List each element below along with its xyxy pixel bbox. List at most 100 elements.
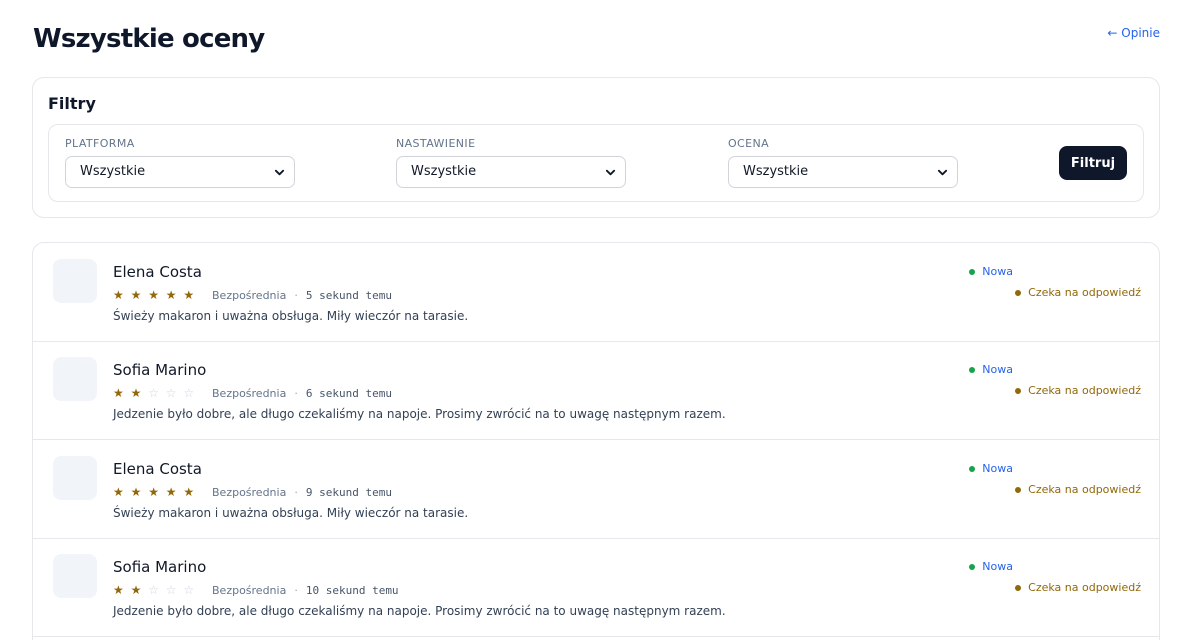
rating-select[interactable]: Wszystkie (728, 156, 958, 188)
star-filled-icon: ★ (183, 485, 195, 499)
review-row[interactable]: Sofia Marino ★ ★ ☆ ☆ ☆ Bezpośrednia · 6 seku… (33, 341, 1159, 440)
review-row[interactable]: Elena Costa ★ ★ ★ ★ ★ Bezpośrednia · 5 sekun… (33, 243, 1159, 342)
star-filled-icon: ★ (165, 288, 177, 302)
review-time: 6 sekund temu (305, 386, 392, 400)
review-source: Bezpośrednia (212, 386, 287, 400)
star-empty-icon: ☆ (165, 386, 177, 400)
review-time: 5 sekund temu (305, 288, 392, 302)
sentiment-filter-label: NASTAWIENIE (396, 137, 476, 150)
review-meta: ★ ★ ★ ★ ★ Bezpośrednia · 5 sekund temu (113, 288, 392, 302)
review-time: 10 sekund temu (305, 583, 399, 597)
status-dot-icon (1015, 486, 1022, 493)
star-rating: ★ ★ ☆ ☆ ☆ (113, 584, 201, 596)
meta-separator: · (294, 386, 298, 400)
star-filled-icon: ★ (130, 485, 142, 499)
status-badge-awaiting-reply: Czeka na odpowiedź (1015, 286, 1141, 299)
page-title: Wszystkie oceny (33, 24, 265, 54)
star-rating: ★ ★ ☆ ☆ ☆ (113, 387, 201, 399)
status-reply-label: Czeka na odpowiedź (1028, 384, 1141, 397)
status-new-label: Nowa (982, 265, 1013, 278)
status-dot-icon (1015, 289, 1022, 296)
review-text: Jedzenie było dobre, ale długo czekaliśm… (113, 604, 726, 618)
star-rating: ★ ★ ★ ★ ★ (113, 289, 201, 301)
star-filled-icon: ★ (130, 386, 142, 400)
status-reply-label: Czeka na odpowiedź (1028, 483, 1141, 496)
avatar (53, 259, 97, 303)
status-badge-new: Nowa (969, 560, 1013, 573)
status-new-label: Nowa (982, 363, 1013, 376)
status-dot-icon (969, 268, 976, 275)
star-filled-icon: ★ (113, 386, 124, 400)
review-time: 9 sekund temu (305, 485, 392, 499)
star-filled-icon: ★ (113, 485, 124, 499)
platform-filter-label: PLATFORMA (65, 137, 135, 150)
star-empty-icon: ☆ (183, 583, 195, 597)
status-badge-new: Nowa (969, 462, 1013, 475)
chevron-down-icon (605, 169, 616, 176)
chevron-down-icon (937, 169, 948, 176)
status-dot-icon (969, 366, 976, 373)
review-source: Bezpośrednia (212, 485, 287, 499)
status-reply-label: Czeka na odpowiedź (1028, 581, 1141, 594)
status-new-label: Nowa (982, 560, 1013, 573)
avatar (53, 357, 97, 401)
review-text: Świeży makaron i uważna obsługa. Miły wi… (113, 309, 469, 323)
meta-separator: · (294, 288, 298, 302)
status-reply-label: Czeka na odpowiedź (1028, 286, 1141, 299)
star-filled-icon: ★ (130, 583, 142, 597)
status-dot-icon (969, 563, 976, 570)
reviewer-name: Sofia Marino (113, 558, 207, 576)
status-badge-new: Nowa (969, 265, 1013, 278)
review-meta: ★ ★ ☆ ☆ ☆ Bezpośrednia · 6 sekund temu (113, 386, 392, 400)
star-empty-icon: ☆ (148, 386, 159, 400)
star-empty-icon: ☆ (148, 583, 159, 597)
star-empty-icon: ☆ (165, 583, 177, 597)
reviewer-name: Elena Costa (113, 263, 202, 281)
platform-select[interactable]: Wszystkie (65, 156, 295, 188)
status-dot-icon (969, 465, 976, 472)
filter-submit-button[interactable]: Filtruj (1059, 146, 1127, 180)
filters-card: Filtry PLATFORMA Wszystkie NASTAWIENIE W… (32, 77, 1160, 218)
chevron-down-icon (274, 169, 285, 176)
status-badge-awaiting-reply: Czeka na odpowiedź (1015, 384, 1141, 397)
sentiment-filter: NASTAWIENIE Wszystkie (396, 137, 626, 188)
status-dot-icon (1015, 584, 1022, 591)
meta-separator: · (294, 485, 298, 499)
star-empty-icon: ☆ (183, 386, 195, 400)
status-badge-awaiting-reply: Czeka na odpowiedź (1015, 581, 1141, 594)
star-filled-icon: ★ (148, 288, 159, 302)
star-filled-icon: ★ (165, 485, 177, 499)
review-text: Jedzenie było dobre, ale długo czekaliśm… (113, 407, 726, 421)
reviewer-name: Sofia Marino (113, 361, 207, 379)
status-badge-awaiting-reply: Czeka na odpowiedź (1015, 483, 1141, 496)
avatar (53, 456, 97, 500)
star-filled-icon: ★ (113, 583, 124, 597)
platform-select-value: Wszystkie (80, 164, 146, 179)
star-filled-icon: ★ (130, 288, 142, 302)
review-row[interactable]: Sofia Marino ★ ★ ☆ ☆ ☆ Bezpośrednia · 10 sek… (33, 538, 1159, 637)
filters-panel: PLATFORMA Wszystkie NASTAWIENIE Wszystki… (48, 124, 1144, 202)
status-dot-icon (1015, 387, 1022, 394)
review-row[interactable]: Elena Costa ★ ★ ★ ★ ★ Bezpośrednia · 9 sekun… (33, 440, 1159, 539)
status-new-label: Nowa (982, 462, 1013, 475)
review-source: Bezpośrednia (212, 288, 287, 302)
sentiment-select[interactable]: Wszystkie (396, 156, 626, 188)
rating-filter-label: OCENA (728, 137, 770, 150)
back-to-reviews-link[interactable]: ← Opinie (1107, 26, 1160, 40)
avatar (53, 554, 97, 598)
reviewer-name: Elena Costa (113, 460, 202, 478)
star-filled-icon: ★ (183, 288, 195, 302)
star-rating: ★ ★ ★ ★ ★ (113, 486, 201, 498)
review-text: Świeży makaron i uważna obsługa. Miły wi… (113, 506, 469, 520)
rating-filter: OCENA Wszystkie (728, 137, 958, 188)
platform-filter: PLATFORMA Wszystkie (65, 137, 295, 188)
reviews-list: Elena Costa ★ ★ ★ ★ ★ Bezpośrednia · 5 sekun… (32, 242, 1160, 640)
sentiment-select-value: Wszystkie (411, 164, 477, 179)
review-meta: ★ ★ ☆ ☆ ☆ Bezpośrednia · 10 sekund temu (113, 583, 399, 597)
filters-title: Filtry (48, 94, 96, 113)
review-meta: ★ ★ ★ ★ ★ Bezpośrednia · 9 sekund temu (113, 485, 392, 499)
review-source: Bezpośrednia (212, 583, 287, 597)
status-badge-new: Nowa (969, 363, 1013, 376)
meta-separator: · (294, 583, 298, 597)
star-filled-icon: ★ (113, 288, 124, 302)
